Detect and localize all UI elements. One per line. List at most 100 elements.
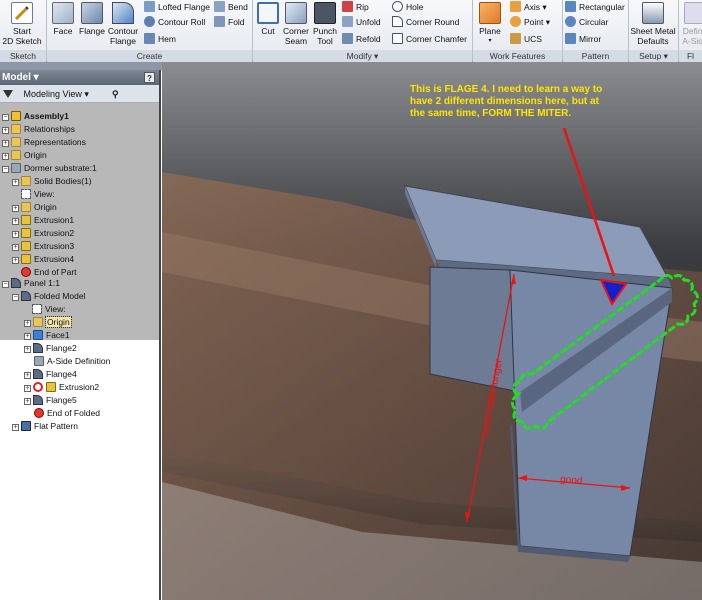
binoculars-icon[interactable]: ⚲: [112, 85, 119, 103]
flange-button[interactable]: Flange: [78, 2, 106, 36]
expand-icon[interactable]: +: [12, 257, 19, 264]
expand-icon[interactable]: +: [12, 179, 19, 186]
tree-node-label: Dormer substrate:1: [24, 163, 97, 173]
graphics-viewport[interactable]: must make longer good This is FLAGE 4. I…: [162, 62, 702, 600]
plane-button[interactable]: Plane ▾: [476, 2, 504, 46]
face-icon: [33, 330, 43, 340]
expand-icon[interactable]: +: [2, 127, 9, 134]
tree-node-flange4[interactable]: + Flange4: [24, 368, 77, 380]
axis-button[interactable]: Axis ▾: [510, 1, 547, 13]
corner-seam-button[interactable]: Corner Seam: [282, 2, 310, 46]
corner-round-icon: [392, 16, 403, 27]
hem-button[interactable]: Hem: [144, 33, 176, 45]
fold-button[interactable]: Fold: [214, 16, 245, 28]
tree-node-view[interactable]: View:: [32, 303, 66, 315]
axis-label: Axis ▾: [524, 2, 547, 12]
expand-icon[interactable]: +: [2, 140, 9, 147]
tree-node-extrusion2[interactable]: + Extrusion2: [24, 381, 99, 393]
expand-icon[interactable]: +: [12, 205, 19, 212]
flange-label: Flange: [79, 26, 105, 36]
cut-button[interactable]: Cut: [256, 2, 280, 36]
help-button[interactable]: ?: [144, 72, 155, 83]
circular-pattern-icon: [565, 16, 576, 27]
tree-node-flange2[interactable]: + Flange2: [24, 342, 77, 354]
start-2d-sketch-button[interactable]: Start 2D Sketch: [2, 2, 42, 46]
view-icon: [21, 189, 31, 199]
tree-node-origin[interactable]: + Origin: [12, 201, 57, 213]
tree-node-extrusion2[interactable]: + Extrusion2: [12, 227, 74, 239]
tree-node-view[interactable]: View:: [21, 188, 55, 200]
filter-icon[interactable]: [3, 90, 13, 98]
tree-node-origin-selected[interactable]: + Origin: [24, 316, 72, 328]
collapse-icon[interactable]: −: [2, 114, 9, 121]
tree-node-flat-pattern[interactable]: + Flat Pattern: [12, 420, 78, 432]
tree-node-assembly1[interactable]: − Assembly1: [2, 110, 69, 122]
refold-label: Refold: [356, 34, 381, 44]
tree-node-face1[interactable]: + Face1: [24, 329, 70, 341]
view-mode-dropdown[interactable]: Modeling View ▾: [24, 85, 89, 103]
tree-node-flange5[interactable]: + Flange5: [24, 394, 77, 406]
tree-node-extrusion3[interactable]: + Extrusion3: [12, 240, 74, 252]
punch-tool-button[interactable]: Punch Tool: [312, 2, 338, 46]
collapse-icon[interactable]: −: [12, 294, 19, 301]
collapse-icon[interactable]: −: [2, 166, 9, 173]
sheet-metal-defaults-button[interactable]: Sheet Metal Defaults: [630, 2, 676, 46]
ribbon: Start 2D Sketch Face Flange Contour Flan…: [0, 0, 702, 62]
corner-chamfer-label: Corner Chamfer: [406, 34, 467, 44]
tree-node-end-of-folded[interactable]: End of Folded: [34, 407, 100, 419]
rip-button[interactable]: Rip: [342, 1, 369, 13]
expand-icon[interactable]: +: [24, 398, 31, 405]
expand-icon[interactable]: +: [2, 153, 9, 160]
tree-node-panel[interactable]: − Panel 1:1: [2, 277, 60, 289]
contour-roll-button[interactable]: Contour Roll: [144, 16, 205, 28]
group-label-modify[interactable]: Modify ▾: [253, 50, 472, 62]
tree-node-a-side-definition[interactable]: A-Side Definition: [34, 355, 110, 367]
face-button[interactable]: Face: [50, 2, 76, 36]
corner-round-button[interactable]: Corner Round: [392, 16, 459, 28]
tree-node-representations[interactable]: + Representations: [2, 136, 86, 148]
tree-node-label: Origin: [45, 316, 72, 328]
ucs-button[interactable]: UCS: [510, 33, 542, 45]
expand-icon[interactable]: +: [24, 372, 31, 379]
expand-icon[interactable]: +: [12, 424, 19, 431]
hole-button[interactable]: Hole: [392, 1, 423, 13]
lofted-flange-button[interactable]: Lofted Flange: [144, 1, 210, 13]
tree-node-extrusion4[interactable]: + Extrusion4: [12, 253, 74, 265]
rip-icon: [342, 1, 353, 12]
sheet-metal-defaults-label: Sheet Metal Defaults: [630, 26, 676, 46]
tree-node-origin[interactable]: + Origin: [2, 149, 47, 161]
expand-icon[interactable]: +: [12, 218, 19, 225]
group-label-setup[interactable]: Setup ▾: [629, 50, 678, 62]
expand-icon[interactable]: +: [24, 385, 31, 392]
extrusion-icon: [46, 382, 56, 392]
punch-tool-icon: [314, 2, 336, 24]
unfold-button[interactable]: Unfold: [342, 16, 381, 28]
expand-icon[interactable]: +: [24, 346, 31, 353]
mirror-button[interactable]: Mirror: [565, 33, 601, 45]
circular-pattern-button[interactable]: Circular: [565, 16, 608, 28]
model-canvas[interactable]: must make longer good: [162, 62, 702, 600]
ucs-icon: [510, 33, 521, 44]
tree-node-dormer-substrate[interactable]: − Dormer substrate:1: [2, 162, 97, 174]
define-aside-button[interactable]: Define A-Side: [680, 2, 702, 46]
browser-title[interactable]: Model ▾: [2, 72, 39, 83]
collapse-icon[interactable]: −: [2, 281, 9, 288]
bend-button[interactable]: Bend: [214, 1, 248, 13]
tree-node-solid-bodies[interactable]: + Solid Bodies(1): [12, 175, 92, 187]
unfold-label: Unfold: [356, 17, 381, 27]
group-label-pattern: Pattern: [563, 50, 628, 62]
contour-flange-button[interactable]: Contour Flange: [107, 2, 139, 46]
sketch-icon: [11, 2, 33, 24]
tree-node-extrusion1[interactable]: + Extrusion1: [12, 214, 74, 226]
expand-icon[interactable]: +: [12, 244, 19, 251]
corner-chamfer-button[interactable]: Corner Chamfer: [392, 33, 467, 45]
point-button[interactable]: Point ▾: [510, 16, 550, 28]
tree-node-folded-model[interactable]: − Folded Model: [12, 290, 86, 302]
refold-button[interactable]: Refold: [342, 33, 381, 45]
expand-icon[interactable]: +: [12, 231, 19, 238]
expand-icon[interactable]: +: [24, 333, 31, 340]
expand-icon[interactable]: +: [24, 320, 31, 327]
tree-node-relationships[interactable]: + Relationships: [2, 123, 75, 135]
flange-icon: [33, 343, 43, 353]
rectangular-pattern-button[interactable]: Rectangular: [565, 1, 625, 13]
